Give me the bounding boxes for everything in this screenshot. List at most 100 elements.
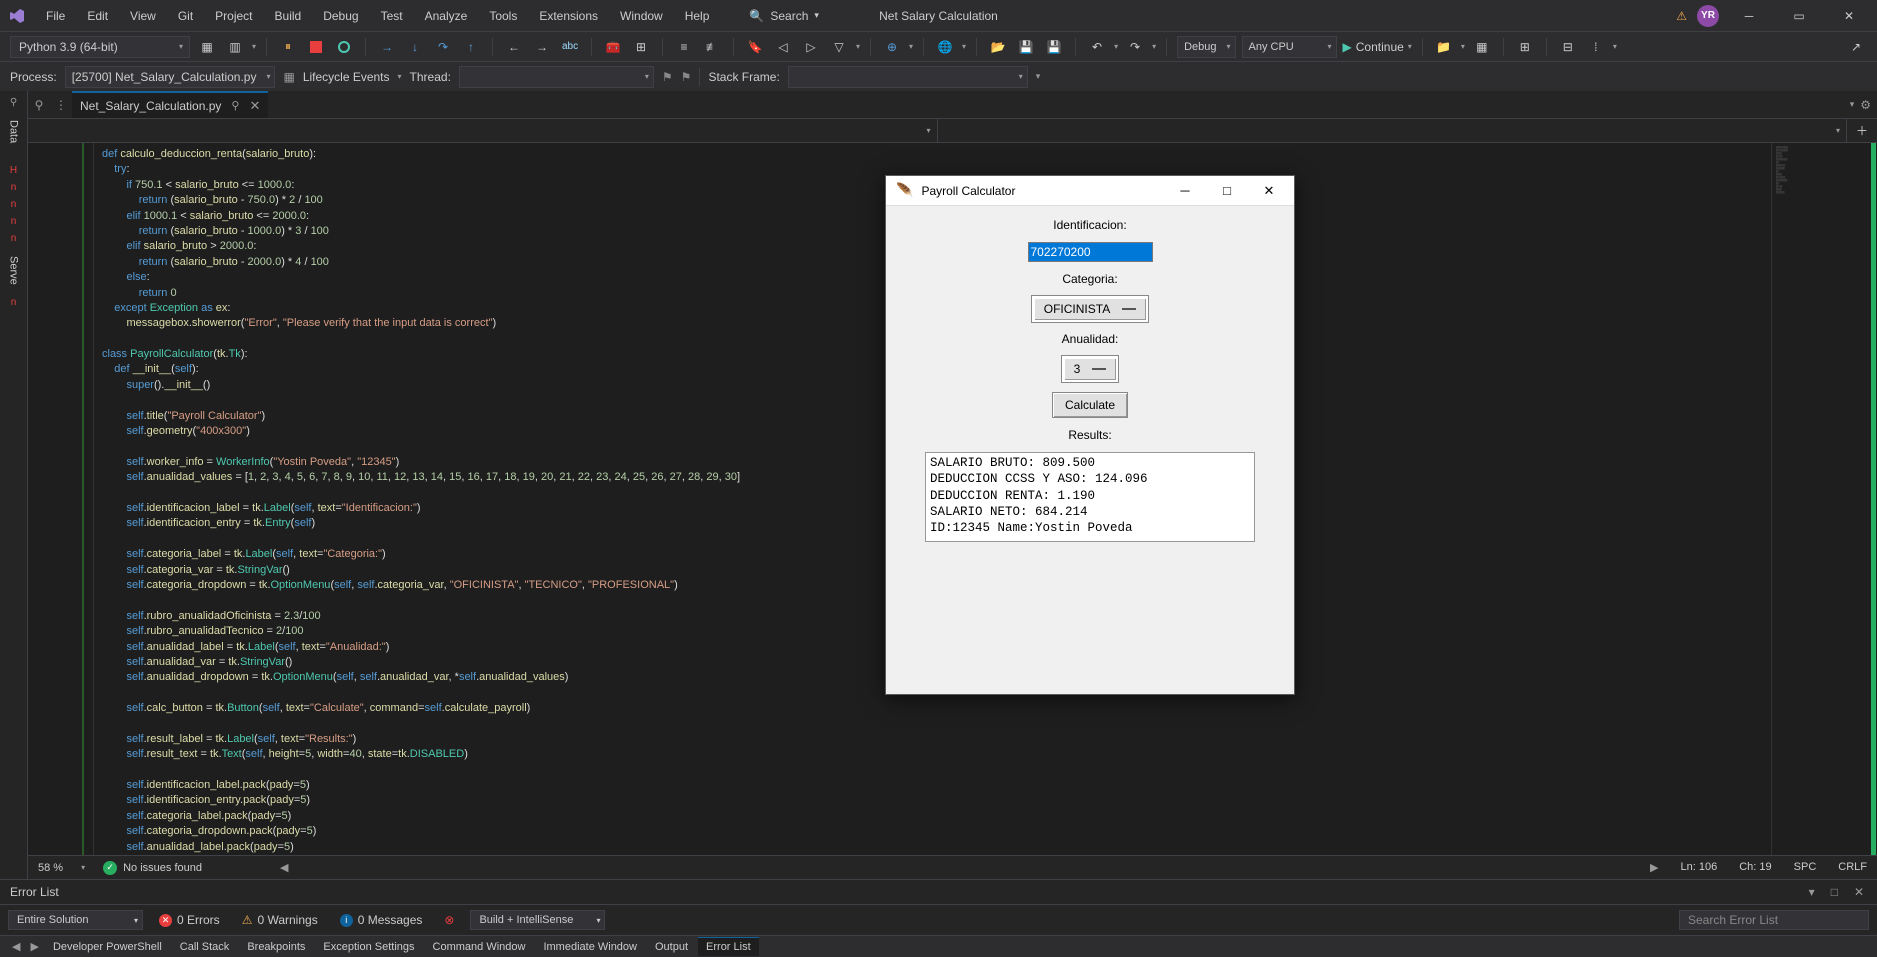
payroll-minimize-button[interactable]: ─ [1170,183,1200,199]
bookmark-clear-icon[interactable]: ▽ [828,36,850,58]
menu-edit[interactable]: Edit [77,5,118,27]
errorlist-search[interactable]: Search Error List [1679,910,1869,930]
uncomment-icon[interactable]: ≢ [701,36,723,58]
sidebar-icon4[interactable]: n [11,216,17,227]
pause-button[interactable]: ⏸ [277,36,299,58]
sidebar-icon2[interactable]: n [11,182,17,193]
module-icon[interactable]: ▦ [1471,36,1493,58]
back-icon[interactable]: ← [503,36,525,58]
hscroll-left-icon[interactable]: ◀ [280,861,288,874]
live-share-icon[interactable]: ↗ [1845,36,1867,58]
nav-member-combo[interactable] [938,119,1848,142]
sidebar-icon1[interactable]: H [7,165,21,176]
indent-mode[interactable]: SPC [1794,861,1817,874]
menu-analyze[interactable]: Analyze [415,5,478,27]
new-file-icon[interactable]: ▦ [196,36,218,58]
maximize-button[interactable]: ▭ [1779,2,1819,30]
menu-view[interactable]: View [120,5,166,27]
browser-icon[interactable]: 🌐 [934,36,956,58]
lifecycle-label[interactable]: Lifecycle Events [303,70,390,84]
menu-tools[interactable]: Tools [479,5,527,27]
config-combo[interactable]: Debug [1177,36,1235,58]
settings-icon[interactable]: ⊟ [1557,36,1579,58]
tab-dropdown-icon[interactable]: ▾ [1850,99,1855,110]
thread-combo[interactable] [459,66,654,88]
errorlist-dropdown-icon[interactable]: ▾ [1806,885,1818,899]
zoom-level[interactable]: 58 % [38,862,63,874]
menu-project[interactable]: Project [205,5,262,27]
warning-icon[interactable]: ⚠ [1676,9,1687,23]
forward-icon[interactable]: → [531,36,553,58]
menu-debug[interactable]: Debug [313,5,368,27]
menu-file[interactable]: File [36,5,75,27]
save-icon[interactable]: 💾 [1015,36,1037,58]
toolbox-icon[interactable]: 🧰 [602,36,624,58]
restart-button[interactable] [333,36,355,58]
sidebar-icon6[interactable]: n [11,297,17,308]
process-combo[interactable]: [25700] Net_Salary_Calculation.py [65,66,276,88]
ext-icon[interactable]: ⊞ [1514,36,1536,58]
build-combo[interactable]: Build + IntelliSense [470,910,605,930]
step-into-icon[interactable]: ↓ [404,36,426,58]
minimize-button[interactable]: ─ [1729,2,1769,30]
menu-build[interactable]: Build [265,5,312,27]
nav-add-icon[interactable]: ＋ [1847,122,1877,139]
menu-window[interactable]: Window [610,5,673,27]
bottomtab-next-icon[interactable]: ▶ [26,940,42,953]
overflow-icon[interactable]: ▾ [1036,71,1041,82]
lifecycle-icon[interactable]: ▦ [283,70,294,84]
flag2-icon[interactable]: ⚑ [681,70,692,84]
abc-icon[interactable]: abc [559,36,581,58]
flag-icon[interactable]: ⚑ [662,70,673,84]
categoria-dropdown[interactable]: OFICINISTA [1032,296,1148,322]
redo-icon[interactable]: ↷ [1124,36,1146,58]
tab-developer-powershell[interactable]: Developer PowerShell [45,938,170,956]
tab-call-stack[interactable]: Call Stack [172,938,238,956]
bookmark-next-icon[interactable]: ▷ [800,36,822,58]
payroll-close-button[interactable]: ✕ [1254,183,1284,199]
step-out-icon[interactable]: ↑ [460,36,482,58]
align-icon[interactable]: ⊞ [630,36,652,58]
search-box[interactable]: 🔍 Search ▾ [749,9,819,23]
bookmark-prev-icon[interactable]: ◁ [772,36,794,58]
step-over-icon[interactable]: ↷ [432,36,454,58]
menu-help[interactable]: Help [675,5,720,27]
errorlist-maximize-icon[interactable]: □ [1828,885,1841,899]
nav-scope-combo[interactable] [28,119,938,142]
tab-breakpoints[interactable]: Breakpoints [239,938,313,956]
payroll-maximize-button[interactable]: □ [1212,183,1242,199]
python-env-combo[interactable]: Python 3.9 (64-bit) [10,36,190,58]
platform-combo[interactable]: Any CPU [1242,36,1337,58]
hscroll-right-icon[interactable]: ▶ [1650,861,1658,874]
errors-filter[interactable]: ✕0 Errors [153,911,226,929]
anualidad-dropdown[interactable]: 3 [1062,356,1119,382]
dot-tool-icon[interactable]: ⋮ [50,91,72,118]
menu-test[interactable]: Test [371,5,413,27]
minimap[interactable]: ████ ██████ ████████████ ███████████████… [1771,143,1871,855]
bookmark-icon[interactable]: 🔖 [744,36,766,58]
build-filter[interactable]: ⊗ [438,911,460,929]
sidebar-pin-icon[interactable]: ⚲ [10,97,17,108]
errorlist-close-icon[interactable]: ✕ [1851,885,1867,899]
menu-extensions[interactable]: Extensions [529,5,608,27]
tab-output[interactable]: Output [647,938,696,956]
user-avatar[interactable]: YR [1697,5,1719,27]
sidebar-tab-data[interactable]: Data [6,114,22,149]
save-all-icon[interactable]: 💾 [1043,36,1065,58]
tab-gear-icon[interactable]: ⚙ [1860,98,1871,112]
show-next-icon[interactable]: → [376,36,398,58]
undo-icon[interactable]: ↶ [1086,36,1108,58]
tab-exception-settings[interactable]: Exception Settings [315,938,422,956]
messages-filter[interactable]: i0 Messages [334,911,429,929]
scope-combo[interactable]: Entire Solution [8,910,143,930]
identificacion-entry[interactable] [1028,242,1153,262]
comment-icon[interactable]: ≡ [673,36,695,58]
tab-command-window[interactable]: Command Window [425,938,534,956]
filter-icon[interactable]: ⁞ [1585,36,1607,58]
sidebar-icon5[interactable]: n [11,233,17,244]
close-button[interactable]: ✕ [1829,2,1869,30]
editor-tab[interactable]: Net_Salary_Calculation.py ⚲ ✕ [72,91,268,118]
stackframe-combo[interactable] [788,66,1028,88]
continue-button[interactable]: ▶ Continue ▾ [1343,40,1412,54]
layout-icon[interactable]: ▥ [224,36,246,58]
